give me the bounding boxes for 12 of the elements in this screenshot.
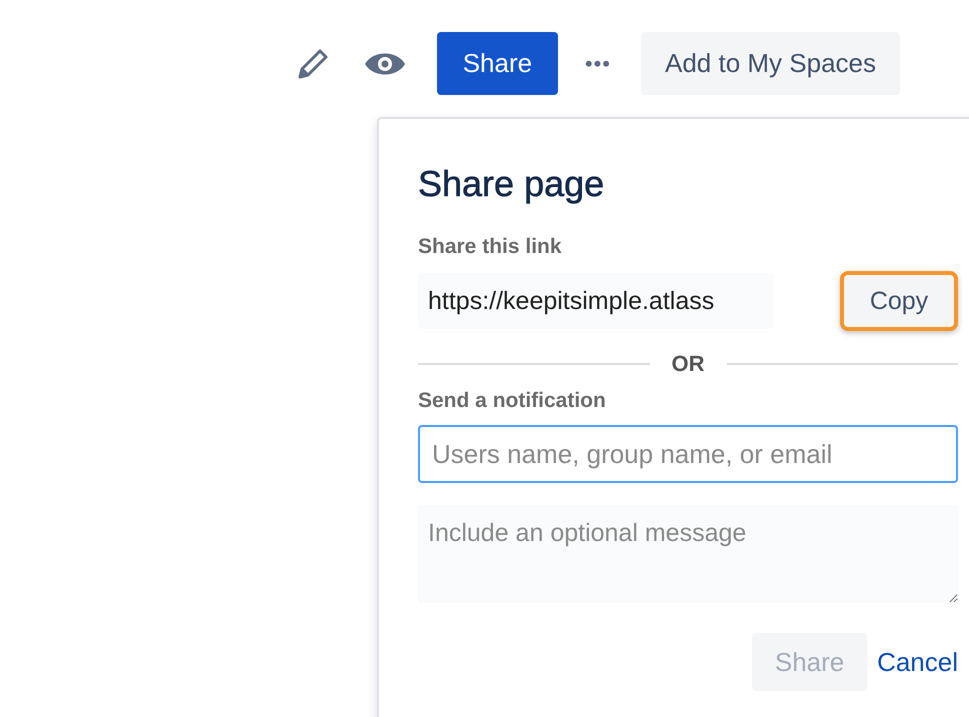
link-field[interactable]: https://keepitsimple.atlass (418, 273, 773, 329)
recipient-field[interactable]: Users name, group name, or email (418, 425, 958, 483)
field-label: Share this link (418, 235, 563, 259)
add-to-spaces-button[interactable]: Add to My Spaces (641, 32, 900, 95)
message-field[interactable]: Include an optional message (418, 505, 958, 603)
divider-text: OR (672, 351, 704, 377)
share-button[interactable]: Share (436, 32, 558, 95)
more-button[interactable]: ••• (584, 50, 611, 76)
copy-button[interactable]: Copy (840, 271, 958, 331)
field-label: Send a notification (418, 389, 607, 413)
dialog-title: Share page (418, 163, 606, 205)
cancel-link[interactable]: Cancel (877, 646, 958, 678)
